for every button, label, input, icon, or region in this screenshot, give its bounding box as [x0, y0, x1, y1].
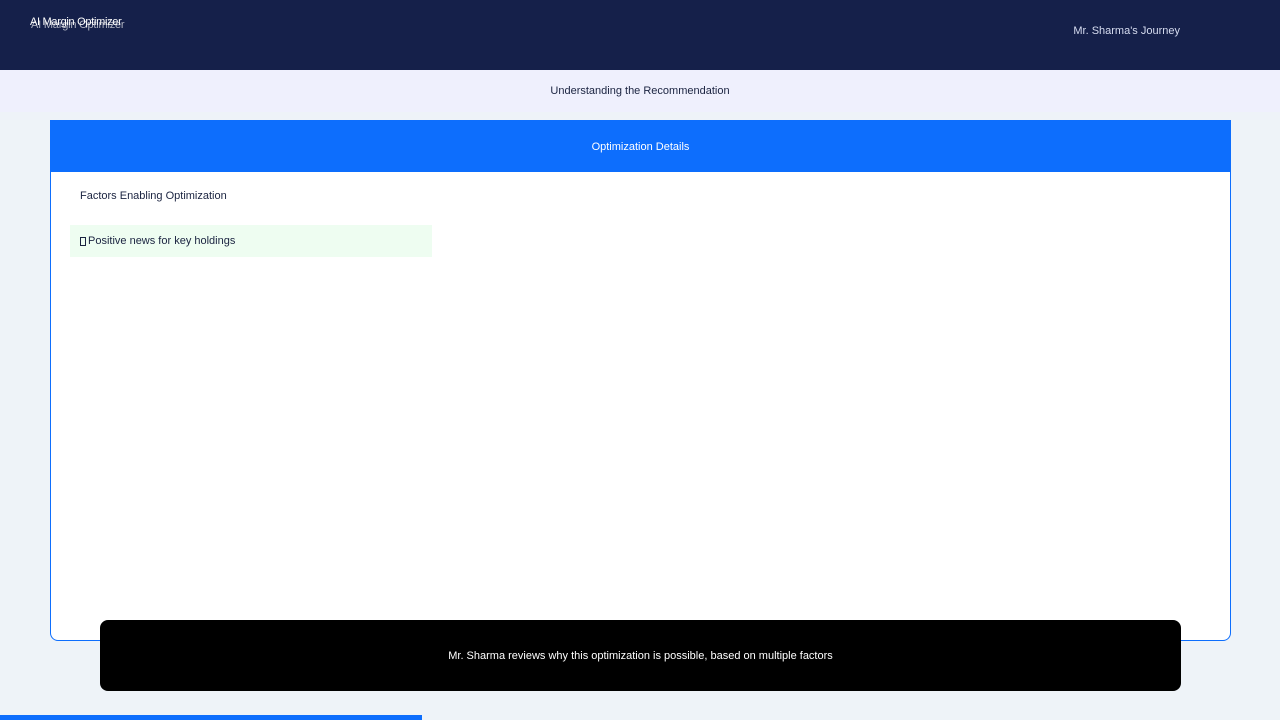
progress-bar: [0, 715, 1280, 720]
factor-item: Positive news for key holdings: [70, 225, 432, 257]
panel-header: Optimization Details: [51, 121, 1230, 172]
panel-title: Optimization Details: [591, 140, 690, 153]
app-title-shadow: AI Margin Optimizer: [31, 19, 125, 31]
factor-label: Positive news for key holdings: [88, 235, 236, 247]
section-header: Understanding the Recommendation: [0, 70, 1280, 112]
journey-label: Mr. Sharma's Journey: [1073, 25, 1180, 37]
section-title: Understanding the Recommendation: [550, 85, 730, 97]
caption-text: Mr. Sharma reviews why this optimization…: [448, 649, 833, 662]
factors-heading: Factors Enabling Optimization: [80, 190, 227, 202]
narration-caption: Mr. Sharma reviews why this optimization…: [100, 620, 1181, 691]
app-logo: AI Margin Optimizer AI Margin Optimizer: [30, 14, 150, 32]
optimization-details-panel: Optimization Details Factors Enabling Op…: [50, 120, 1231, 641]
top-bar: AI Margin Optimizer AI Margin Optimizer …: [0, 0, 1280, 70]
checkbox-icon: [80, 236, 86, 246]
progress-fill: [0, 715, 423, 720]
